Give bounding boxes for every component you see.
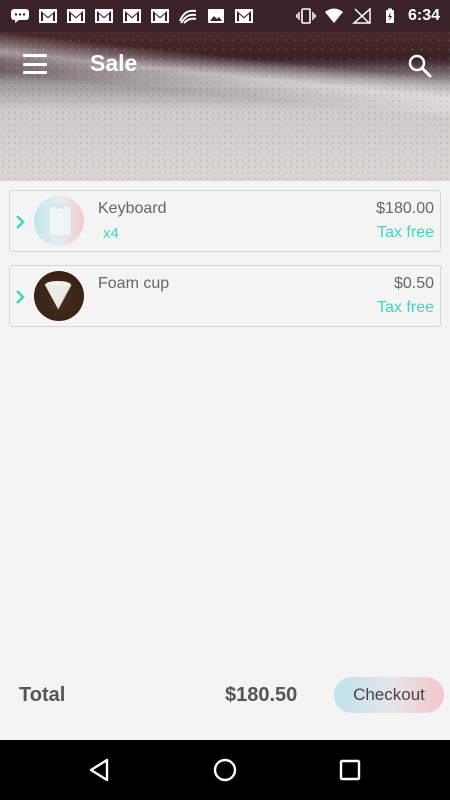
sale-items-list: Keyboard x4 $180.00 Tax free Foam cup $0… — [9, 190, 441, 340]
no-signal-icon — [351, 8, 372, 24]
keyboard-thumbnail — [34, 196, 84, 246]
item-name: Foam cup — [98, 275, 170, 292]
page-title: Sale — [90, 50, 138, 76]
system-icons: 6:34 — [296, 7, 440, 25]
item-tax-status: Tax free — [377, 299, 434, 316]
battery-charging-icon — [380, 8, 400, 24]
status-time: 6:34 — [407, 7, 440, 24]
list-item[interactable]: Keyboard x4 $180.00 Tax free — [9, 190, 441, 252]
item-name: Keyboard — [98, 200, 167, 217]
total-label: Total — [19, 684, 66, 706]
list-item[interactable]: Foam cup $0.50 Tax free — [9, 265, 441, 327]
wifi-icon — [324, 8, 344, 24]
gmail-icon — [38, 8, 58, 24]
gmail-icon — [66, 8, 86, 24]
gmail-icon — [150, 8, 170, 24]
home-icon[interactable] — [210, 755, 240, 785]
vibrate-icon — [296, 8, 316, 24]
status-bar: 6:34 — [0, 0, 450, 32]
chat-icon — [10, 8, 30, 24]
image-icon — [206, 8, 226, 24]
gmail-icon — [122, 8, 142, 24]
gmail-icon — [234, 8, 254, 24]
navigation-bar — [0, 740, 450, 800]
gmail-icon — [94, 8, 114, 24]
total-value: $180.50 — [225, 684, 298, 706]
notification-icons — [10, 8, 254, 24]
item-price: $0.50 — [393, 275, 434, 292]
item-quantity: x4 — [103, 225, 119, 242]
checkout-button[interactable]: Checkout — [334, 677, 444, 713]
back-icon[interactable] — [85, 755, 115, 785]
foam-cup-thumbnail — [34, 271, 84, 321]
chevron-right-icon[interactable] — [14, 213, 26, 231]
item-tax-status: Tax free — [377, 224, 434, 241]
swiftkey-icon — [178, 8, 198, 24]
chevron-right-icon[interactable] — [14, 288, 26, 306]
recent-apps-icon[interactable] — [335, 755, 365, 785]
header-banner: Sale — [0, 32, 450, 181]
search-icon[interactable] — [406, 52, 434, 80]
item-price: $180.00 — [376, 200, 434, 217]
hamburger-menu-icon[interactable] — [20, 52, 50, 76]
